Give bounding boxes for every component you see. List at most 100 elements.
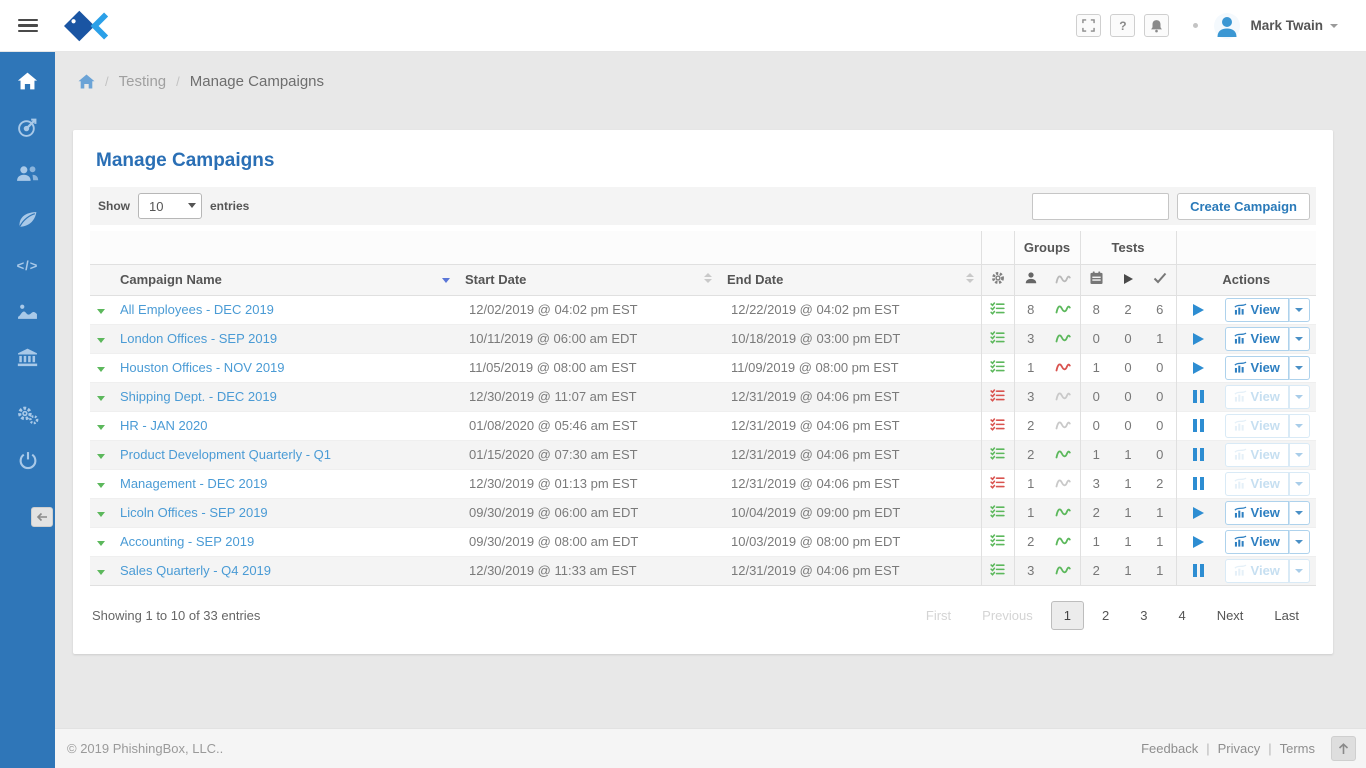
sidebar-item-code[interactable]: </>: [0, 242, 55, 288]
breadcrumb-home[interactable]: [78, 74, 95, 89]
scenario-list-icon[interactable]: [990, 533, 1005, 547]
expand-row-caret-icon[interactable]: [97, 367, 105, 372]
page-last[interactable]: Last: [1261, 601, 1312, 630]
footer-link-terms[interactable]: Terms: [1280, 741, 1315, 756]
scenario-list-icon[interactable]: [990, 475, 1005, 489]
campaign-link[interactable]: Management - DEC 2019: [120, 476, 267, 491]
scroll-top-button[interactable]: [1331, 736, 1356, 761]
notifications-button[interactable]: [1144, 14, 1169, 37]
expand-row-caret-icon[interactable]: [97, 454, 105, 459]
column-group-members[interactable]: [1014, 264, 1047, 295]
play-campaign-button[interactable]: [1193, 362, 1207, 374]
view-campaign-button[interactable]: View: [1225, 385, 1289, 409]
breadcrumb-testing[interactable]: Testing: [119, 73, 167, 90]
group-activity-icon[interactable]: [1055, 331, 1071, 344]
group-activity-icon[interactable]: [1055, 302, 1071, 315]
page-next[interactable]: Next: [1204, 601, 1257, 630]
play-campaign-button[interactable]: [1193, 507, 1207, 519]
scenario-list-icon[interactable]: [990, 562, 1005, 576]
sidebar-collapse-button[interactable]: [31, 507, 53, 527]
help-button[interactable]: ?: [1110, 14, 1135, 37]
group-activity-icon[interactable]: [1055, 389, 1071, 402]
sidebar-item-area-chart[interactable]: [0, 288, 55, 334]
group-activity-icon[interactable]: [1055, 563, 1071, 576]
group-activity-icon[interactable]: [1055, 418, 1071, 431]
column-tests-complete[interactable]: [1144, 264, 1176, 295]
campaign-link[interactable]: HR - JAN 2020: [120, 418, 207, 433]
view-campaign-button[interactable]: View: [1225, 356, 1289, 380]
expand-row-caret-icon[interactable]: [97, 309, 105, 314]
expand-row-caret-icon[interactable]: [97, 512, 105, 517]
campaign-link[interactable]: Accounting - SEP 2019: [120, 534, 254, 549]
pause-campaign-button[interactable]: [1193, 390, 1207, 403]
view-campaign-button[interactable]: View: [1225, 530, 1289, 554]
footer-link-feedback[interactable]: Feedback: [1141, 741, 1198, 756]
page-2[interactable]: 2: [1089, 601, 1122, 630]
scenario-list-icon[interactable]: [990, 417, 1005, 431]
campaign-link[interactable]: Sales Quarterly - Q4 2019: [120, 563, 271, 578]
scenario-list-icon[interactable]: [990, 388, 1005, 402]
scenario-list-icon[interactable]: [990, 330, 1005, 344]
view-dropdown-toggle[interactable]: [1289, 356, 1310, 380]
scenario-list-icon[interactable]: [990, 301, 1005, 315]
campaign-link[interactable]: Houston Offices - NOV 2019: [120, 360, 285, 375]
campaign-link[interactable]: All Employees - DEC 2019: [120, 302, 274, 317]
column-scenarios[interactable]: [981, 264, 1014, 295]
campaign-link[interactable]: Product Development Quarterly - Q1: [120, 447, 331, 462]
sidebar-item-home[interactable]: [0, 58, 55, 104]
view-campaign-button[interactable]: View: [1225, 501, 1289, 525]
view-dropdown-toggle[interactable]: [1289, 385, 1310, 409]
column-group-activity[interactable]: [1047, 264, 1080, 295]
sidebar-item-power[interactable]: [0, 438, 55, 484]
view-dropdown-toggle[interactable]: [1289, 414, 1310, 438]
group-activity-icon[interactable]: [1055, 447, 1071, 460]
menu-toggle-button[interactable]: [18, 19, 38, 33]
view-campaign-button[interactable]: View: [1225, 414, 1289, 438]
view-dropdown-toggle[interactable]: [1289, 472, 1310, 496]
page-first[interactable]: First: [913, 601, 964, 630]
phishingbox-logo[interactable]: [64, 8, 108, 44]
expand-row-caret-icon[interactable]: [97, 570, 105, 575]
view-dropdown-toggle[interactable]: [1289, 327, 1310, 351]
sidebar-item-leaf[interactable]: [0, 196, 55, 242]
page-1[interactable]: 1: [1051, 601, 1084, 630]
expand-row-caret-icon[interactable]: [97, 338, 105, 343]
view-dropdown-toggle[interactable]: [1289, 530, 1310, 554]
view-dropdown-toggle[interactable]: [1289, 559, 1310, 583]
expand-row-caret-icon[interactable]: [97, 396, 105, 401]
sidebar-item-users[interactable]: [0, 150, 55, 196]
fullscreen-button[interactable]: [1076, 14, 1101, 37]
view-campaign-button[interactable]: View: [1225, 443, 1289, 467]
column-tests-scheduled[interactable]: [1080, 264, 1112, 295]
column-campaign-name[interactable]: Campaign Name: [112, 264, 457, 295]
page-3[interactable]: 3: [1127, 601, 1160, 630]
view-dropdown-toggle[interactable]: [1289, 501, 1310, 525]
column-start-date[interactable]: Start Date: [457, 264, 719, 295]
scenario-list-icon[interactable]: [990, 446, 1005, 460]
page-4[interactable]: 4: [1165, 601, 1198, 630]
column-end-date[interactable]: End Date: [719, 264, 981, 295]
pause-campaign-button[interactable]: [1193, 448, 1207, 461]
expand-row-caret-icon[interactable]: [97, 483, 105, 488]
group-activity-icon[interactable]: [1055, 534, 1071, 547]
user-menu[interactable]: Mark Twain: [1214, 13, 1338, 39]
page-length-select[interactable]: 10: [138, 193, 202, 219]
campaign-link[interactable]: Licoln Offices - SEP 2019: [120, 505, 268, 520]
expand-row-caret-icon[interactable]: [97, 425, 105, 430]
pause-campaign-button[interactable]: [1193, 477, 1207, 490]
group-activity-icon[interactable]: [1055, 360, 1071, 373]
view-dropdown-toggle[interactable]: [1289, 443, 1310, 467]
campaign-link[interactable]: Shipping Dept. - DEC 2019: [120, 389, 277, 404]
group-activity-icon[interactable]: [1055, 505, 1071, 518]
column-tests-running[interactable]: [1112, 264, 1144, 295]
sidebar-item-gears[interactable]: [0, 392, 55, 438]
expand-row-caret-icon[interactable]: [97, 541, 105, 546]
sidebar-item-target-arrow[interactable]: [0, 104, 55, 150]
play-campaign-button[interactable]: [1193, 536, 1207, 548]
pause-campaign-button[interactable]: [1193, 419, 1207, 432]
sidebar-item-bank[interactable]: [0, 334, 55, 380]
scenario-list-icon[interactable]: [990, 359, 1005, 373]
pause-campaign-button[interactable]: [1193, 564, 1207, 577]
footer-link-privacy[interactable]: Privacy: [1218, 741, 1261, 756]
view-campaign-button[interactable]: View: [1225, 298, 1289, 322]
